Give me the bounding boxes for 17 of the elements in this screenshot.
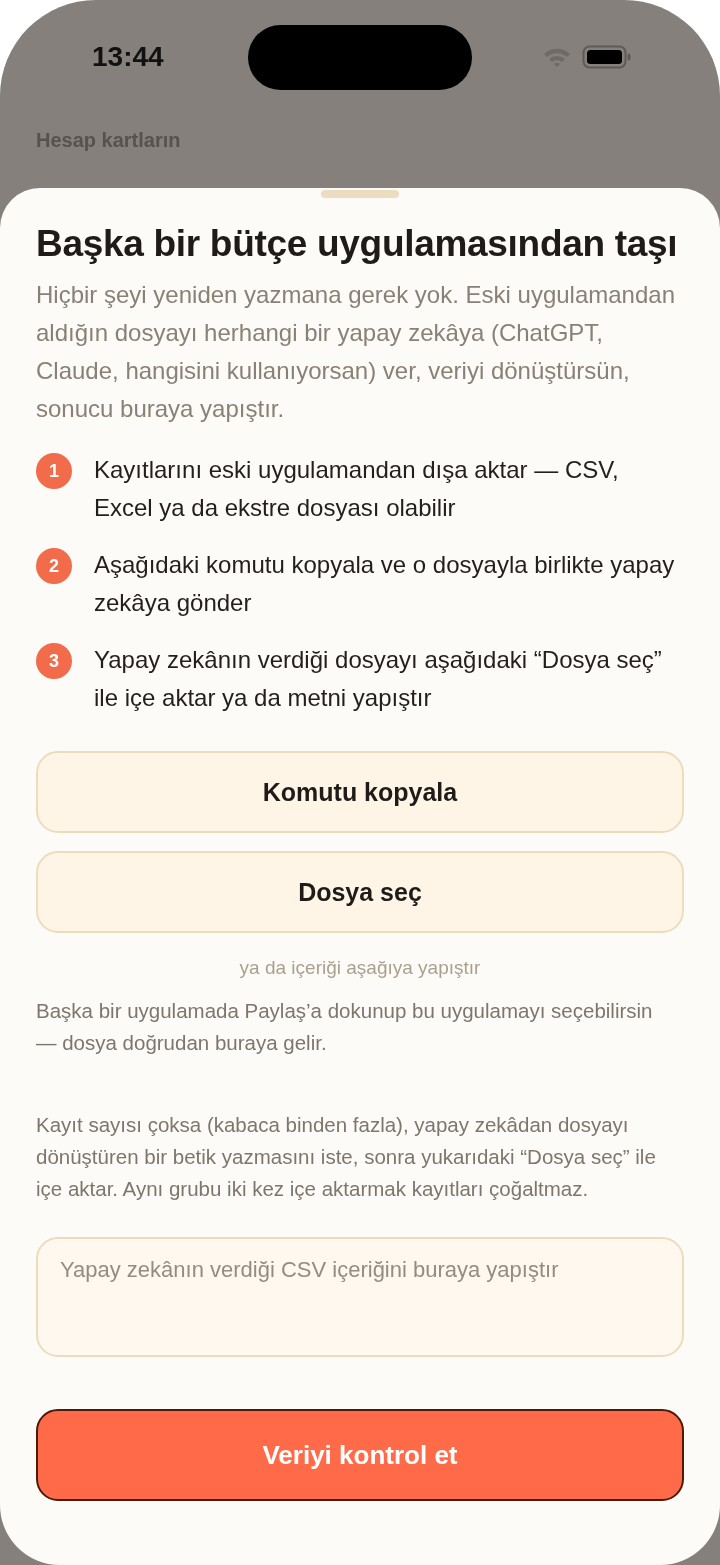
paste-field[interactable]: Yapay zekânın verdiği CSV içeriğini buraya yapıştır bbox=[36, 1237, 684, 1357]
step-text: Kayıtlarını eski uygulamandan dışa aktar — CSV, Excel ya da ekstre dosyası olabilir bbox=[94, 455, 620, 523]
step-number: 2 bbox=[36, 548, 72, 584]
description-text: Hiçbir şeyi yeniden yazmana gerek yok. Eski uygulamandan aldığın dosyayı herhangi bir yapay zekâya (ChatGPT, Claude, hangisini kullanıyorsan) ver, veriyi dönüştürsün, sonucu buraya yapıştır. bbox=[36, 280, 676, 424]
note-text: Başka bir uygulamada Paylaş’a dokunup bu uygulamayı seçebilirsin — dosya doğrudan buraya gelir. bbox=[36, 998, 654, 1056]
copy-command-button[interactable]: Komutu kopyala bbox=[36, 751, 684, 833]
paste-hint: ya da içeriği aşağıya yapıştır bbox=[238, 957, 482, 979]
step-number: 1 bbox=[36, 453, 72, 489]
sheet-handle[interactable] bbox=[321, 190, 399, 198]
battery-icon bbox=[582, 44, 632, 69]
choose-file-button[interactable]: Dosya seç bbox=[36, 851, 684, 933]
sheet-title: Başka bir bütçe uygulamasından taşı bbox=[36, 222, 679, 266]
step-text: Yapay zekânın verdiği dosyayı aşağıdaki “Dosya seç” ile içe aktar ya da metni yapıştır bbox=[94, 645, 663, 713]
step-number: 3 bbox=[36, 643, 72, 679]
note-text: Kayıt sayısı çoksa (kabaca binden fazla), yapay zekâdan dosyayı dönüştüren bir betik yazmasını iste, sonra yukarıdaki “Dosya seç” ile içe aktar. Aynı grubu iki kez içe aktarmak kayıtları çoğaltmaz. bbox=[36, 1112, 657, 1202]
status-time: 13:44 bbox=[92, 40, 164, 73]
step-text: Aşağıdaki komutu kopyala ve o dosyayla birlikte yapay zekâya gönder bbox=[94, 550, 676, 618]
